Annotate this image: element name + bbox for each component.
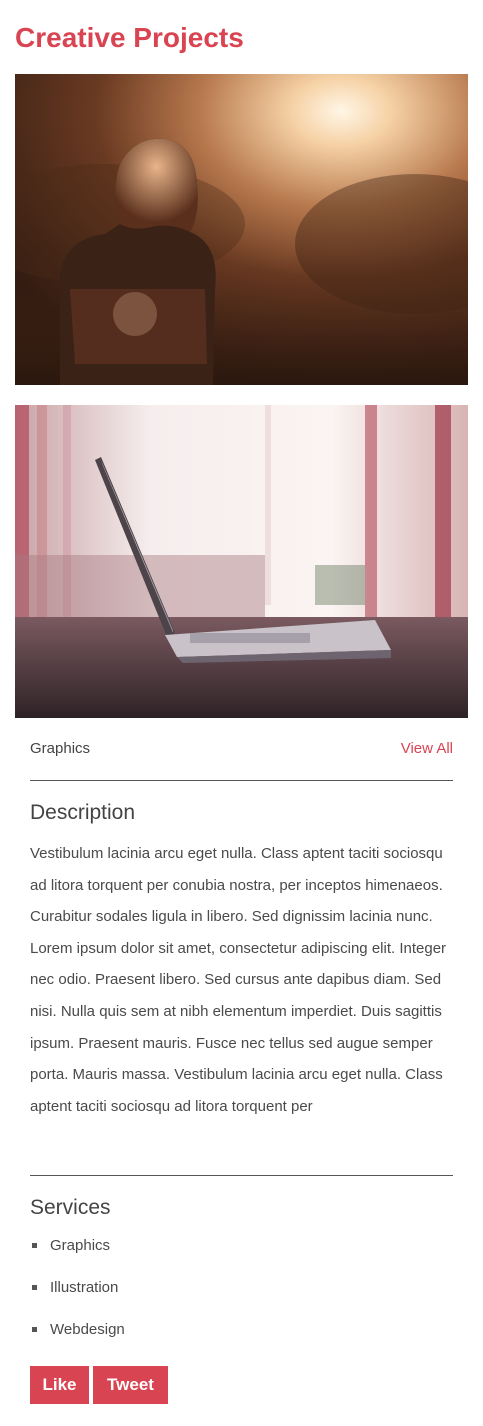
description-heading: Description — [30, 801, 136, 824]
bullet-icon — [32, 1285, 37, 1290]
page-title: Creative Projects — [15, 22, 244, 53]
bullet-icon — [32, 1327, 37, 1332]
tweet-button[interactable]: Tweet — [93, 1366, 168, 1404]
service-label: Graphics — [50, 1237, 111, 1254]
view-all-link[interactable]: View All — [401, 738, 453, 760]
services-heading: Services — [30, 1196, 111, 1219]
list-item: Webdesign — [30, 1317, 125, 1359]
laptop-on-table-photo — [15, 405, 468, 718]
service-label: Illustration — [50, 1279, 119, 1296]
list-item: Graphics — [30, 1233, 125, 1275]
services-list: Graphics Illustration Webdesign — [30, 1233, 125, 1359]
like-button[interactable]: Like — [30, 1366, 89, 1404]
category-label: Graphics — [30, 740, 91, 757]
list-item: Illustration — [30, 1275, 125, 1317]
service-label: Webdesign — [50, 1321, 125, 1338]
description-text: Vestibulum lacinia arcu eget nulla. Clas… — [30, 845, 447, 1115]
meta-row: Graphics View All — [30, 738, 453, 760]
bullet-icon — [32, 1243, 37, 1248]
woman-at-sunset-photo — [15, 74, 468, 385]
divider — [30, 1175, 453, 1176]
divider — [30, 780, 453, 781]
